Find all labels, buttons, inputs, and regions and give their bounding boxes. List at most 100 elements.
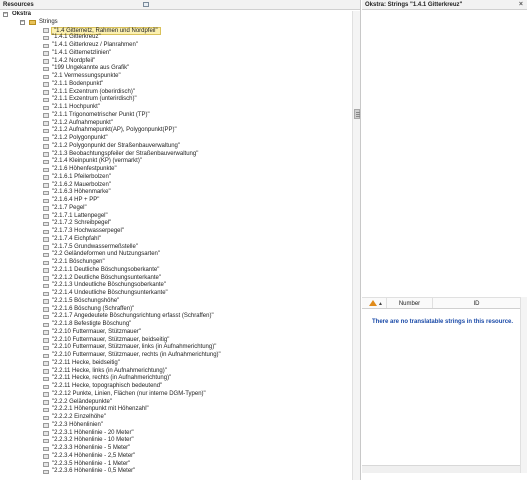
grid-vertical-scrollbar[interactable] (520, 297, 527, 473)
tree-item[interactable]: "1.4.1 Gitterkreuz" (0, 34, 352, 42)
tree-item-label: "2.2.11 Hecke, links (in Aufnahmerichtun… (52, 367, 167, 374)
string-resource-icon (43, 431, 49, 436)
tree-item[interactable]: "2.1.6.3 Höhenmarke" (0, 189, 352, 197)
tree-item[interactable]: "2.2.10 Futtermauer, Stützmauer, links (… (0, 344, 352, 352)
tree-item[interactable]: "2.2.1 Böschungen" (0, 259, 352, 267)
string-resource-icon (43, 66, 49, 72)
string-resource-icon (43, 113, 49, 118)
tree-item[interactable]: "2.1.6.4 HP + PP" (0, 197, 352, 205)
string-resource-icon (43, 376, 49, 382)
string-editor-area[interactable] (362, 11, 527, 236)
tree-root-row[interactable]: − Okstra (0, 11, 352, 19)
string-resource-icon (43, 128, 49, 134)
tree-item[interactable]: "2.2.10 Futtermauer, Stützmauer, rechts … (0, 352, 352, 360)
tree-item[interactable]: "2.2.2 Geländepunkte" (0, 399, 352, 407)
string-resource-icon (43, 167, 49, 172)
tree-item[interactable]: "1.4.2 Nordpfeil" (0, 58, 352, 66)
tree-item-label: "2.1 Vermessungspunkte" (52, 73, 121, 79)
tree-item[interactable]: "2.1.6.1 Pfeilerbolzen" (0, 174, 352, 182)
tree-folder-row[interactable]: − Strings (0, 19, 352, 27)
tree-item[interactable]: "2.1 Vermessungspunkte" (0, 73, 352, 81)
tree-item[interactable]: "2.2.3.1 Höhenlinie - 20 Meter" (0, 430, 352, 438)
tree-item[interactable]: "2.2.1.5 Böschungshöhe" (0, 298, 352, 306)
grid-horizontal-scrollbar[interactable] (362, 465, 520, 473)
tree-item[interactable]: "2.1.7.5 Grundwassermeßstelle" (0, 244, 352, 252)
tree-item[interactable]: "2.1.6.2 Mauerbolzen" (0, 182, 352, 190)
tree-item[interactable]: "2.1.1 Hochpunkt" (0, 104, 352, 112)
tree-item[interactable]: "2.2.3 Höhenlinien" (0, 422, 352, 430)
splitter[interactable] (362, 236, 527, 240)
tree-item[interactable]: "2.1.2 Polygonpunkt" (0, 135, 352, 143)
tree-item[interactable]: "2.2.1.2 Deutliche Böschungsunterkante" (0, 275, 352, 283)
tree-item[interactable]: "2.2.2.1 Höhenpunkt mit Höhenzahl" (0, 406, 352, 414)
tree-item-label: "2.2.11 Hecke, topographisch bedeutend" (52, 383, 163, 389)
tree-item[interactable]: "2.1.6 Höhenfestpunkte" (0, 166, 352, 174)
tree-item[interactable]: "2.1.7.3 Hochwasserpegel" (0, 228, 352, 236)
tree-item-label: "199 Ungekannte aus Grafik" (52, 65, 130, 72)
tree-item-label: "2.1.6.1 Pfeilerbolzen" (52, 173, 111, 180)
tree-item[interactable]: "2.2.3.3 Höhenlinie - 5 Meter" (0, 445, 352, 453)
tree-item[interactable]: "2.1.2 Aufnahmepunkt" (0, 120, 352, 128)
tree-item[interactable]: "2.2.10 Futtermauer, Stützmauer, beidsei… (0, 337, 352, 345)
tree-item[interactable]: "2.2.3.2 Höhenlinie - 10 Meter" (0, 437, 352, 445)
tree-item[interactable]: "2.2.3.6 Höhenlinie - 0,5 Meter" (0, 468, 352, 476)
tree-item[interactable]: "2.2 Geländeformen und Nutzungsarten" (0, 251, 352, 259)
tree-item[interactable]: "2.2.11 Hecke, beidseitig" (0, 360, 352, 368)
tree-item[interactable]: "2.2.1.3 Undeutliche Böschungsoberkante" (0, 282, 352, 290)
tree-item[interactable]: "2.2.1.8 Befestigte Böschung" (0, 321, 352, 329)
column-header-number[interactable]: Number (386, 298, 432, 308)
tree-item[interactable]: "2.2.11 Hecke, links (in Aufnahmerichtun… (0, 368, 352, 376)
tree-item[interactable]: "2.1.7.1 Lattenpegel" (0, 213, 352, 221)
tree-item[interactable]: "2.1.7 Pegel" (0, 205, 352, 213)
tree-item[interactable]: "2.1.3 Beobachtungspfeiler der Straßenba… (0, 151, 352, 159)
grid-status-column[interactable]: ▲ (362, 298, 386, 308)
collapse-pane-icon[interactable] (143, 2, 149, 7)
tree-item-label: "2.2.1.7 Angedeutete Böschungsrichtung e… (52, 313, 214, 320)
string-resource-icon (43, 423, 49, 428)
string-resource-icon (43, 338, 49, 343)
tree-item[interactable]: "2.2.1.1 Deutliche Böschungsoberkante" (0, 267, 352, 275)
tree-item[interactable]: "2.2.3.4 Höhenlinie - 2,5 Meter" (0, 453, 352, 461)
tree-item[interactable]: "2.1.1 Exzentrum (oberirdisch)" (0, 89, 352, 97)
tree-item[interactable]: "2.1.1 Exzentrum (unterirdisch)" (0, 96, 352, 104)
tree-item-label: "2.2.1.8 Befestigte Böschung" (52, 321, 132, 327)
tree-item[interactable]: "2.1.2 Polygonpunkt der Straßenbauverwal… (0, 143, 352, 151)
string-resource-icon (43, 283, 49, 289)
tree-item[interactable]: "2.2.10 Futtermauer, Stützmauer" (0, 329, 352, 337)
string-resource-icon (43, 144, 49, 149)
tree-scrollbar[interactable] (352, 11, 360, 480)
scrollbar-thumb[interactable] (354, 109, 360, 119)
tree-item[interactable]: "2.2.2.2 Einzelhöhe" (0, 414, 352, 422)
tree-item[interactable]: "2.1.7.2 Schreibpegel" (0, 220, 352, 228)
tree-item[interactable]: "1.4 Gitternetz, Rahmen und Nordpfeil" (0, 26, 352, 35)
tree-item[interactable]: "2.1.2 Aufnahmepunkt(AP), Polygonpunkt(P… (0, 127, 352, 135)
tree-item-label: "2.1.2 Aufnahmepunkt(AP), Polygonpunkt(P… (52, 127, 177, 134)
string-resource-icon (43, 175, 49, 180)
tree-item-label: "2.1.7.5 Grundwassermeßstelle" (52, 243, 138, 250)
collapse-toggle-icon[interactable]: − (20, 19, 25, 25)
column-header-id[interactable]: ID (432, 298, 520, 308)
tree-item[interactable]: "1.4.1 Gitterkreuz / Planrahmen" (0, 42, 352, 50)
tree-item[interactable]: "199 Ungekannte aus Grafik" (0, 65, 352, 73)
tree-item[interactable]: "2.2.12 Punkte, Linien, Flächen (nur int… (0, 391, 352, 399)
tree-item[interactable]: "2.2.11 Hecke, rechts (in Aufnahmerichtu… (0, 375, 352, 383)
tree-item[interactable]: "2.2.1.7 Angedeutete Böschungsrichtung e… (0, 313, 352, 321)
tree-item-label: "2.2.3.5 Höhenlinie - 1 Meter" (52, 460, 131, 467)
tree-item-label: "2.2.3.2 Höhenlinie - 10 Meter" (52, 437, 134, 444)
string-resource-icon (43, 415, 49, 420)
tree-item[interactable]: "2.2.1.6 Böschung (Schraffen)" (0, 306, 352, 314)
tree-item[interactable]: "2.1.1 Trigonometrischer Punkt (TP)" (0, 112, 352, 120)
tree-item[interactable]: "2.2.11 Hecke, topographisch bedeutend" (0, 383, 352, 391)
close-icon[interactable]: × (519, 1, 523, 8)
string-resource-icon (43, 384, 49, 389)
tree-item[interactable]: "2.1.7.4 Eichpfahl" (0, 236, 352, 244)
tree-item[interactable]: "2.1.1 Bodenpunkt" (0, 81, 352, 89)
tree-item[interactable]: "1.4.1 Gitternetzlinien" (0, 50, 352, 58)
tree-item[interactable]: "2.2.3.5 Höhenlinie - 1 Meter" (0, 461, 352, 469)
tree-item-label: "2.1.7.1 Lattenpegel" (52, 212, 108, 219)
tree-item-label: "2.2.10 Futtermauer, Stützmauer, rechts … (52, 352, 221, 358)
tree-item-label: "2.2.3.6 Höhenlinie - 0,5 Meter" (52, 468, 136, 475)
tree-item[interactable]: "2.1.4 Kleinpunkt (KP) (vermarkt)" (0, 158, 352, 166)
collapse-toggle-icon[interactable]: − (3, 12, 8, 17)
tree-item[interactable]: "2.2.1.4 Undeutliche Böschungsunterkante… (0, 290, 352, 298)
